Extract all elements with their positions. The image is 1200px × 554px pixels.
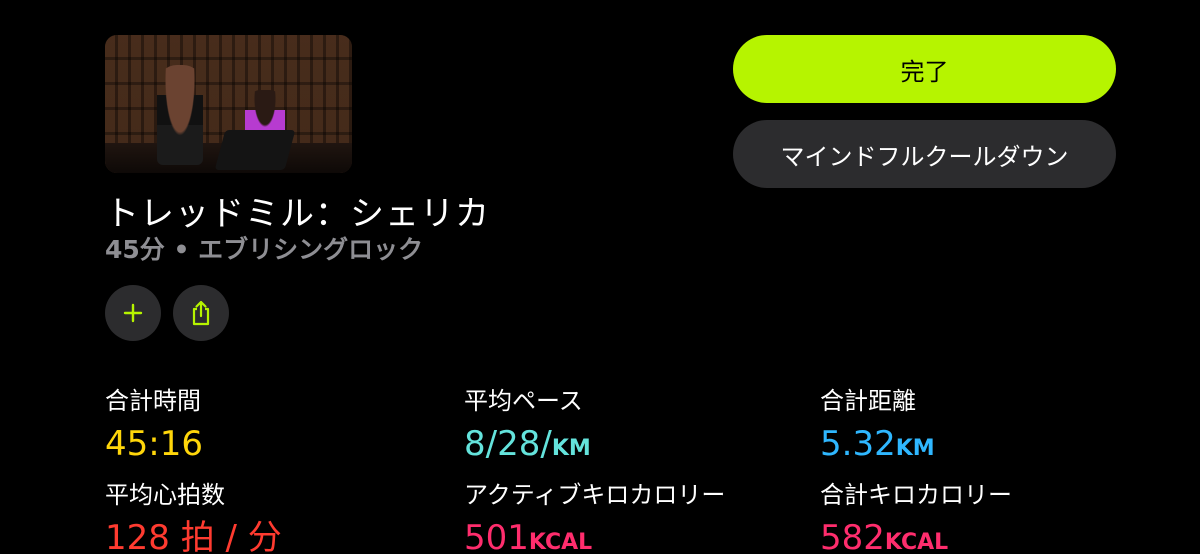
add-button[interactable] — [105, 285, 161, 341]
stat-avg-heart-rate: 平均心拍数 128 拍 / 分 — [105, 480, 282, 554]
stat-total-kcal: 合計キロカロリー 582KCAL — [820, 480, 1012, 554]
stat-value: 501KCAL — [464, 518, 593, 554]
stat-value: 5.32KM — [820, 424, 935, 464]
stat-active-kcal: アクティブキロカロリー 501KCAL — [464, 480, 725, 554]
stat-label: 合計時間 — [105, 387, 201, 415]
stat-label: アクティブキロカロリー — [464, 481, 726, 509]
workout-thumbnail — [105, 35, 352, 173]
stat-value: 8/28/KM — [464, 424, 591, 464]
stat-label: 合計キロカロリー — [820, 481, 1012, 509]
done-button[interactable]: 完了 — [733, 35, 1116, 103]
stat-avg-pace: 平均ペース 8/28/KM — [464, 386, 591, 471]
stat-value: 582KCAL — [820, 518, 949, 554]
stat-value: 128 拍 / 分 — [105, 518, 282, 554]
stat-label: 合計距離 — [820, 387, 916, 415]
share-button[interactable] — [173, 285, 229, 341]
stat-label: 平均ペース — [464, 387, 583, 415]
stat-label: 平均心拍数 — [105, 481, 225, 509]
stat-total-time: 合計時間 45:16 — [105, 386, 203, 471]
plus-icon — [123, 303, 143, 323]
stat-total-distance: 合計距離 5.32KM — [820, 386, 935, 471]
workout-subtitle: 45分 • エブリシングロック — [105, 235, 424, 264]
share-icon — [192, 300, 210, 326]
stat-value: 45:16 — [105, 424, 203, 464]
workout-title: トレッドミル：シェリカ — [105, 194, 490, 234]
mindful-cooldown-button[interactable]: マインドフルクールダウン — [733, 120, 1116, 188]
